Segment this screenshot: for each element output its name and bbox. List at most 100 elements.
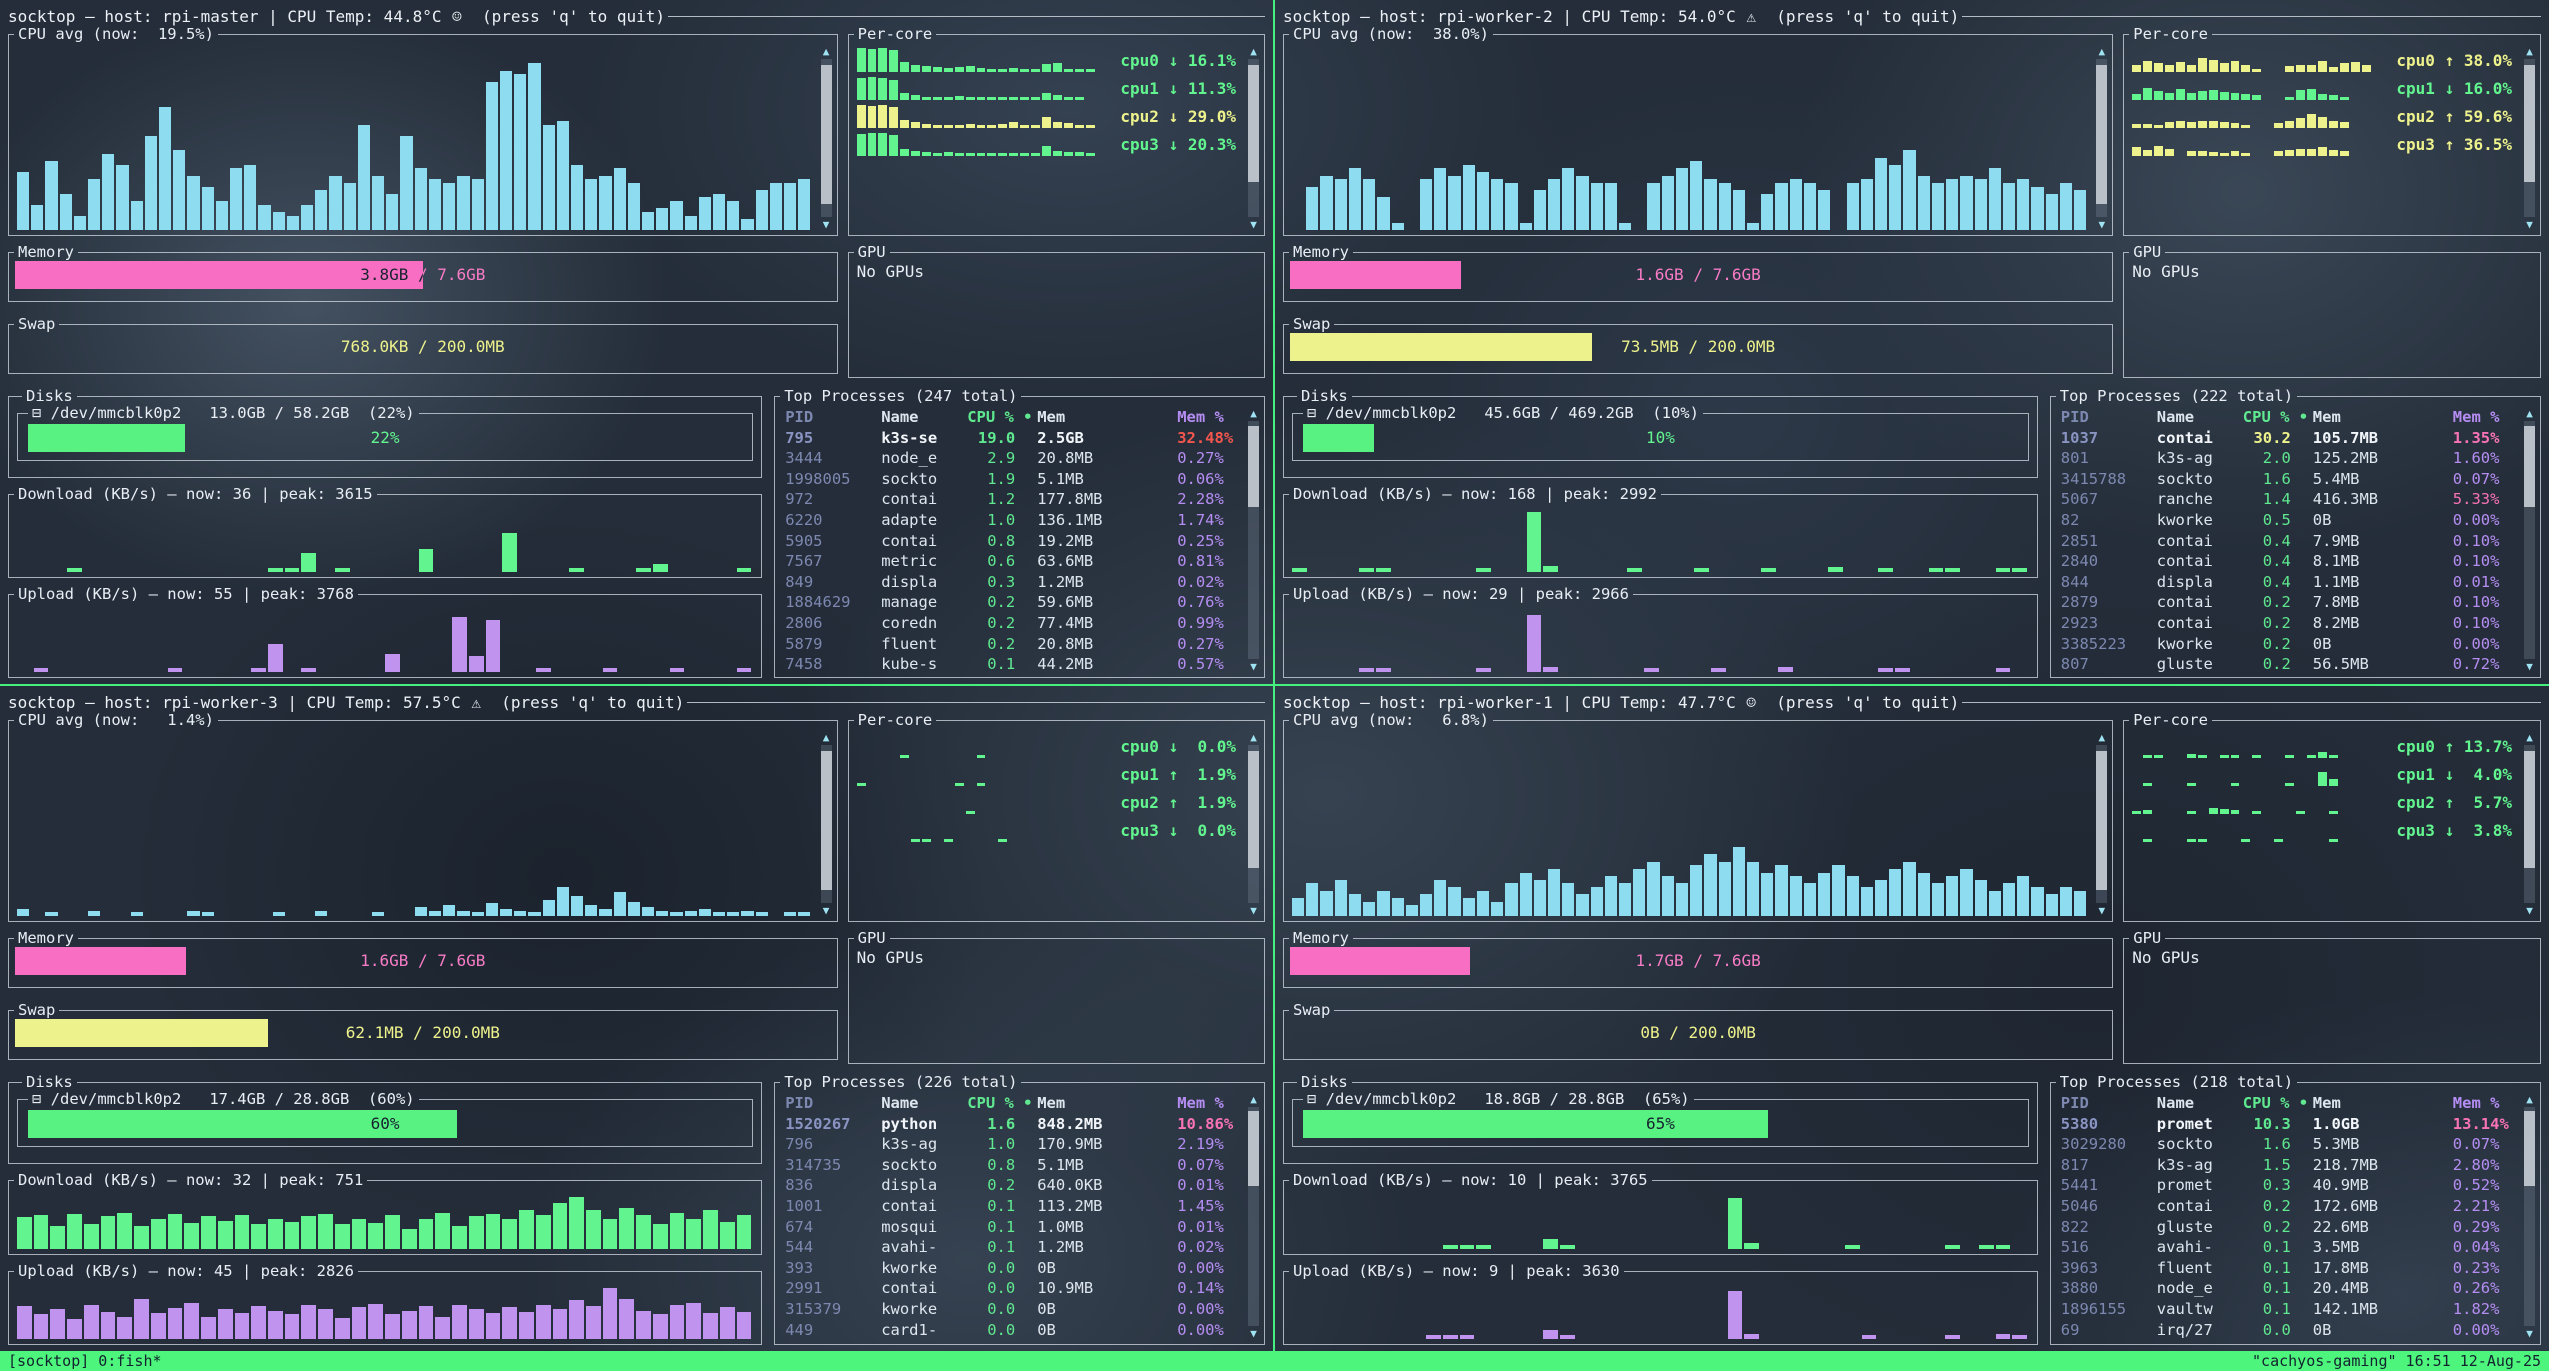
core-row-cpu3: cpu3 ↓ 0.0% xyxy=(857,817,1236,842)
header-cpu-sort[interactable]: CPU % • xyxy=(967,407,1037,428)
scroll-down-icon[interactable]: ▼ xyxy=(1250,905,1257,916)
history-bar xyxy=(218,1221,233,1249)
disks-box: Disks ⊟ /dev/mmcblk0p2 17.4GB / 28.8GB (… xyxy=(8,1076,762,1164)
process-scrollbar[interactable]: ▲ ▼ xyxy=(2523,408,2536,672)
cpu-scrollbar[interactable]: ▲ ▼ xyxy=(2095,732,2108,916)
pane-divider-horizontal[interactable] xyxy=(0,684,2549,686)
scrollbar-track[interactable] xyxy=(1248,59,1259,217)
history-bar xyxy=(922,124,931,129)
history-bar xyxy=(1591,887,1603,916)
history-bar xyxy=(1694,568,1709,572)
pane-divider-vertical[interactable] xyxy=(1273,0,1275,1351)
scrollbar-thumb[interactable] xyxy=(2524,1111,2535,1185)
scroll-down-icon[interactable]: ▼ xyxy=(1250,661,1257,672)
per-core-scrollbar[interactable]: ▲ ▼ xyxy=(2523,732,2536,916)
scrollbar-thumb[interactable] xyxy=(821,65,832,204)
history-bar xyxy=(2132,94,2141,101)
per-core-scrollbar[interactable]: ▲ ▼ xyxy=(1247,46,1260,230)
scrollbar-track[interactable] xyxy=(1248,1107,1259,1326)
history-bar xyxy=(741,911,753,916)
scrollbar-track[interactable] xyxy=(821,745,832,903)
download-label: Download (KB/s) — now: 168 | peak: 2992 xyxy=(1289,488,1661,501)
history-bar xyxy=(1377,891,1389,916)
process-scrollbar[interactable]: ▲ ▼ xyxy=(1247,408,1260,672)
scrollbar-track[interactable] xyxy=(2096,745,2107,903)
scroll-up-icon[interactable]: ▲ xyxy=(1250,732,1257,743)
scroll-up-icon[interactable]: ▲ xyxy=(2098,46,2105,57)
scrollbar-thumb[interactable] xyxy=(1248,751,1259,868)
tmux-window-item[interactable]: [socktop] 0:fish* xyxy=(8,1351,162,1371)
scrollbar-track[interactable] xyxy=(2524,421,2535,659)
scroll-down-icon[interactable]: ▼ xyxy=(2526,905,2533,916)
history-bar xyxy=(235,1313,250,1339)
process-mempct: 10.86% xyxy=(1177,1114,1238,1135)
history-bar xyxy=(1534,880,1546,916)
scrollbar-track[interactable] xyxy=(1248,421,1259,659)
scroll-down-icon[interactable]: ▼ xyxy=(2526,1328,2533,1339)
per-core-scrollbar[interactable]: ▲ ▼ xyxy=(1247,732,1260,916)
header-cpu-sort[interactable]: CPU % • xyxy=(2243,1093,2313,1114)
scrollbar-track[interactable] xyxy=(2096,59,2107,217)
scrollbar-thumb[interactable] xyxy=(821,751,832,890)
scrollbar-thumb[interactable] xyxy=(2524,426,2535,507)
process-scrollbar[interactable]: ▲ ▼ xyxy=(2523,1094,2536,1339)
history-bar xyxy=(1704,854,1716,916)
process-pid: 82 xyxy=(2061,510,2157,531)
scroll-up-icon[interactable]: ▲ xyxy=(823,732,830,743)
scroll-up-icon[interactable]: ▲ xyxy=(823,46,830,57)
scrollbar-thumb[interactable] xyxy=(1248,65,1259,182)
history-bar xyxy=(2003,883,2015,916)
scrollbar-track[interactable] xyxy=(1248,745,1259,903)
disks-label: Disks xyxy=(22,390,77,403)
scrollbar-thumb[interactable] xyxy=(2524,751,2535,868)
process-name: irq/27 xyxy=(2157,1320,2243,1340)
history-bar xyxy=(358,125,370,230)
core-row-cpu2: cpu2 ↑ 1.9% xyxy=(857,789,1236,814)
scrollbar-track[interactable] xyxy=(2524,745,2535,903)
process-row: 1884629manage0.259.6MB0.76% xyxy=(785,592,1238,613)
header-mem: Mem xyxy=(2313,1093,2453,1114)
scroll-up-icon[interactable]: ▲ xyxy=(1250,408,1257,419)
history-bar xyxy=(301,553,316,572)
process-scrollbar[interactable]: ▲ ▼ xyxy=(1247,1094,1260,1339)
scroll-down-icon[interactable]: ▼ xyxy=(2098,219,2105,230)
cpu-history-chart xyxy=(17,735,811,916)
scroll-down-icon[interactable]: ▼ xyxy=(823,905,830,916)
scrollbar-track[interactable] xyxy=(821,59,832,217)
process-mem: 1.2MB xyxy=(1037,1237,1177,1258)
process-cpu: 0.2 xyxy=(967,1175,1037,1196)
scroll-down-icon[interactable]: ▼ xyxy=(823,219,830,230)
history-bar xyxy=(2198,839,2207,842)
scroll-down-icon[interactable]: ▼ xyxy=(1250,1328,1257,1339)
cpu-avg-box: CPU avg (now: 6.8%) ▲ ▼ xyxy=(1283,714,2113,922)
scrollbar-thumb[interactable] xyxy=(2524,65,2535,182)
per-core-scrollbar[interactable]: ▲ ▼ xyxy=(2523,46,2536,230)
scroll-down-icon[interactable]: ▼ xyxy=(2098,905,2105,916)
scrollbar-thumb[interactable] xyxy=(2096,65,2107,204)
header-cpu-sort[interactable]: CPU % • xyxy=(2243,407,2313,428)
scroll-up-icon[interactable]: ▲ xyxy=(2098,732,2105,743)
scroll-up-icon[interactable]: ▲ xyxy=(1250,1094,1257,1105)
scroll-up-icon[interactable]: ▲ xyxy=(2526,46,2533,57)
cpu-scrollbar[interactable]: ▲ ▼ xyxy=(2095,46,2108,230)
scroll-up-icon[interactable]: ▲ xyxy=(1250,46,1257,57)
scrollbar-track[interactable] xyxy=(2524,59,2535,217)
cpu-history-chart xyxy=(1292,735,2086,916)
history-bar xyxy=(2209,808,2218,814)
scrollbar-thumb[interactable] xyxy=(2096,751,2107,890)
cpu-scrollbar[interactable]: ▲ ▼ xyxy=(820,46,833,230)
scrollbar-track[interactable] xyxy=(2524,1107,2535,1326)
scroll-up-icon[interactable]: ▲ xyxy=(2526,1094,2533,1105)
header-cpu-sort[interactable]: CPU % • xyxy=(967,1093,1037,1114)
scroll-up-icon[interactable]: ▲ xyxy=(2526,408,2533,419)
history-bar xyxy=(1845,1245,1860,1249)
scroll-down-icon[interactable]: ▼ xyxy=(1250,219,1257,230)
scroll-up-icon[interactable]: ▲ xyxy=(2526,732,2533,743)
scrollbar-thumb[interactable] xyxy=(1248,1111,1259,1185)
scroll-down-icon[interactable]: ▼ xyxy=(2526,219,2533,230)
process-cpu: 1.9 xyxy=(967,469,1037,490)
cpu-scrollbar[interactable]: ▲ ▼ xyxy=(820,732,833,916)
history-bar xyxy=(571,896,583,916)
scrollbar-thumb[interactable] xyxy=(1248,426,1259,507)
scroll-down-icon[interactable]: ▼ xyxy=(2526,661,2533,672)
